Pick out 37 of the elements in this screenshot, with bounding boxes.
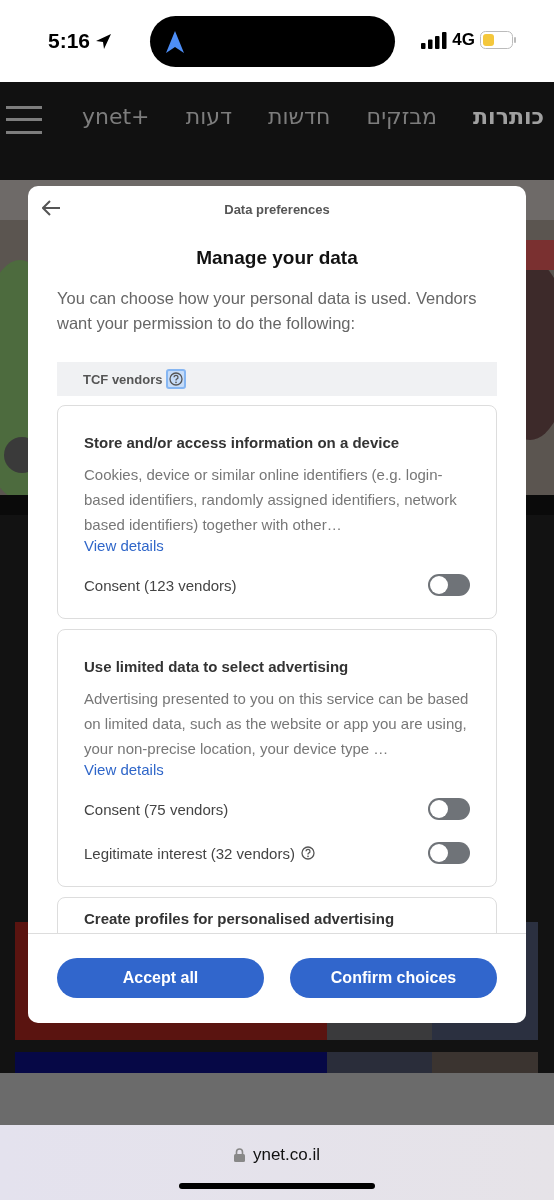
signal-icon <box>421 31 448 49</box>
location-arrow-icon <box>95 32 113 50</box>
menu-icon[interactable] <box>6 106 42 134</box>
nav-tab[interactable]: ynet+ <box>82 104 150 129</box>
view-details-link[interactable]: View details <box>84 536 164 556</box>
dialog-title: Manage your data <box>195 246 359 270</box>
address-bar-url[interactable]: ynet.co.il <box>252 1145 321 1165</box>
toggle-label: Consent (75 vendors) <box>84 800 229 818</box>
help-icon <box>300 846 315 860</box>
status-time: 5:16 <box>48 29 91 53</box>
purpose-description: Cookies, device or similar online identifiers (e.g. login-based identifiers, randomly assigned identifiers, network based identifiers) together with other… <box>84 465 458 535</box>
nav-tab[interactable]: דעות <box>185 104 232 129</box>
nav-tab[interactable]: מבזקים <box>366 104 437 129</box>
dialog-header: Data preferences <box>224 201 330 217</box>
view-details-link[interactable]: View details <box>84 760 164 780</box>
network-type: 4G <box>452 30 475 50</box>
nav-tab[interactable]: חדשות <box>268 104 331 129</box>
dialog-button[interactable]: Accept all <box>57 958 264 998</box>
lock-icon <box>233 1148 245 1162</box>
purpose-title: Use limited data to select advertising <box>84 657 350 677</box>
navigation-arrow-icon <box>166 30 184 53</box>
purpose-description: Advertising presented to you on this service can be based on limited data, such as the website or app you are using, your non-precise location, your device type … <box>84 689 470 759</box>
help-button[interactable] <box>166 369 187 389</box>
toggle-switch[interactable] <box>428 574 470 596</box>
toggle-label: Consent (123 vendors) <box>84 576 237 594</box>
toggle-switch[interactable] <box>428 798 470 820</box>
toggle-switch[interactable] <box>428 842 470 864</box>
help-icon <box>169 372 184 386</box>
back-arrow-icon[interactable] <box>42 200 61 216</box>
nav-tab[interactable]: כותרות <box>473 104 544 129</box>
toggle-label: Legitimate interest (32 vendors) <box>84 844 295 862</box>
dialog-button[interactable]: Confirm choices <box>290 958 497 998</box>
battery-icon <box>480 31 516 49</box>
purpose-title: Create profiles for personalised advertising <box>84 909 396 929</box>
purpose-title: Store and/or access information on a device <box>84 433 401 453</box>
section-label: TCF vendors <box>83 371 163 387</box>
intro-text: You can choose how your personal data is used. Vendors want your permission to do the following: <box>57 288 478 334</box>
